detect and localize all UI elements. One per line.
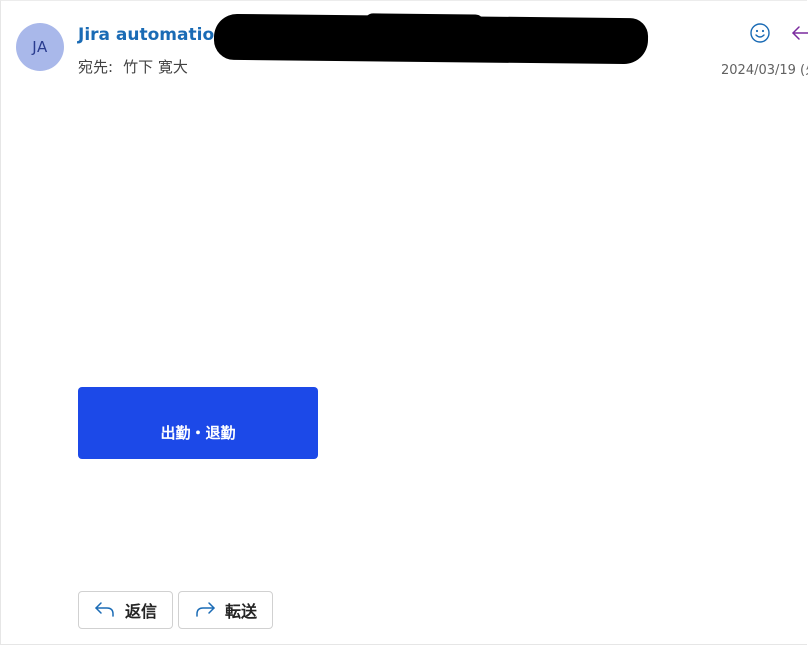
received-date: 2024/03/19 (火 [721, 63, 808, 78]
forward-button-label: 転送 [225, 602, 258, 621]
reply-arrow-icon [792, 26, 808, 40]
reply-arrow-icon [93, 600, 117, 620]
forward-button[interactable]: 転送 [178, 591, 273, 629]
reply-button[interactable]: 返信 [78, 591, 173, 629]
sender-name[interactable]: Jira automation [78, 25, 226, 45]
recipient-name[interactable]: 竹下 寛大 [123, 58, 188, 76]
message-frame [0, 0, 807, 645]
sender-avatar[interactable]: JA [16, 23, 64, 71]
reaction-button[interactable] [748, 21, 772, 45]
attendance-button-label: 出勤・退勤 [160, 424, 236, 442]
smiley-icon [750, 23, 770, 43]
message-actions: 返信 転送 [78, 591, 273, 629]
forward-arrow-icon [193, 600, 217, 620]
reply-quick-button[interactable] [790, 21, 808, 45]
reply-button-label: 返信 [125, 602, 158, 621]
redaction-mark [213, 13, 649, 65]
recipients-line: 宛先: 竹下 寛大 [78, 56, 188, 77]
attendance-button[interactable]: 出勤・退勤 [78, 387, 318, 459]
avatar-initials: JA [32, 38, 48, 56]
recipients-label: 宛先: [78, 58, 114, 76]
